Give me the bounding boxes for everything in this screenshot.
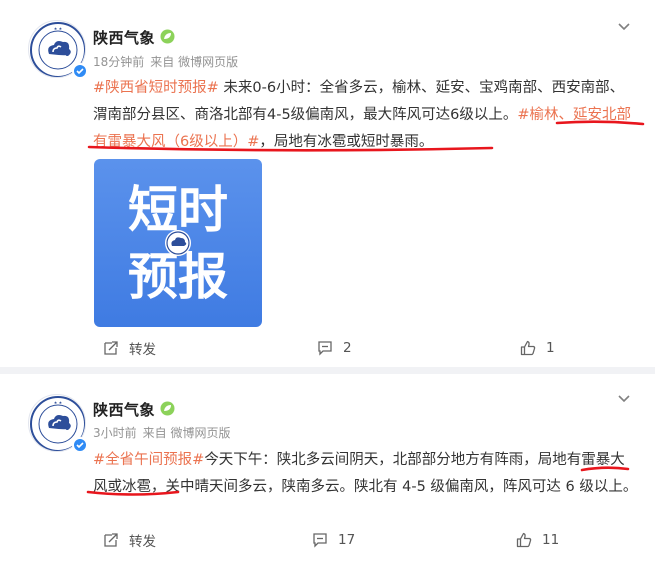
post-source: 来自 微博网页版 (142, 426, 231, 440)
thumbs-up-icon (520, 340, 536, 356)
repost-icon (104, 341, 118, 355)
weibo-post-2: ★ ★ 陕西气象 3小时前 来自 微博网页版 #全省午间预报#今天下午：陕北多云间… (0, 374, 655, 567)
post-meta: 18分钟前 来自 微博网页版 (93, 53, 238, 70)
meteorological-logo-icon (165, 230, 191, 256)
post-body: ，局地有冰雹或短时暴雨。 (259, 134, 434, 150)
like-button[interactable]: 11 (516, 528, 559, 552)
repost-button[interactable]: 转发 (103, 336, 156, 360)
repost-icon (104, 533, 118, 547)
topic-tag[interactable]: #陕西省短时预报# (93, 80, 219, 96)
like-count: 11 (542, 532, 560, 548)
weibo-post-1: ★ ★ 陕西气象 18分钟前 来自 微博网页版 #陕西省短时预报# 未来0-6小时… (0, 0, 655, 367)
repost-label: 转发 (129, 342, 156, 358)
post-meta: 3小时前 来自 微博网页版 (93, 424, 230, 441)
topic-tag[interactable]: #全省午间预报# (93, 452, 204, 468)
verified-badge-icon (72, 63, 88, 79)
svg-text:★ ★: ★ ★ (54, 26, 63, 31)
post-time[interactable]: 3小时前 (93, 426, 137, 440)
post-time[interactable]: 18分钟前 (93, 55, 144, 69)
comment-count: 17 (338, 532, 356, 548)
like-button[interactable]: 1 (520, 336, 555, 360)
chevron-down-icon[interactable] (615, 389, 633, 407)
comment-icon (313, 533, 327, 548)
comment-button[interactable]: 17 (312, 528, 355, 552)
like-count: 1 (546, 340, 555, 356)
comment-button[interactable]: 2 (317, 336, 352, 360)
verified-badge-icon (72, 437, 88, 453)
post-text: #陕西省短时预报# 未来0-6小时：全省多云，榆林、延安、宝鸡南部、西安南部、渭… (93, 75, 638, 156)
author-name[interactable]: 陕西气象 (93, 399, 155, 420)
thumbs-up-icon (516, 532, 532, 548)
author-name[interactable]: 陕西气象 (93, 27, 155, 48)
repost-button[interactable]: 转发 (103, 528, 156, 552)
post-actions: 转发 17 11 (0, 528, 655, 552)
chevron-down-icon[interactable] (615, 17, 633, 35)
post-source: 来自 微博网页版 (150, 55, 239, 69)
post-actions: 转发 2 1 (0, 336, 655, 360)
comment-count: 2 (343, 340, 352, 356)
comment-icon (318, 341, 332, 356)
post-image[interactable]: 短时 预报 (94, 159, 262, 327)
post-text: #全省午间预报#今天下午：陕北多云间阴天，北部部分地方有阵雨，局地有雷暴大风或冰… (93, 447, 638, 501)
repost-label: 转发 (129, 534, 156, 550)
svg-text:★ ★: ★ ★ (54, 400, 63, 405)
member-leaf-icon (160, 401, 175, 416)
member-leaf-icon (160, 29, 175, 44)
